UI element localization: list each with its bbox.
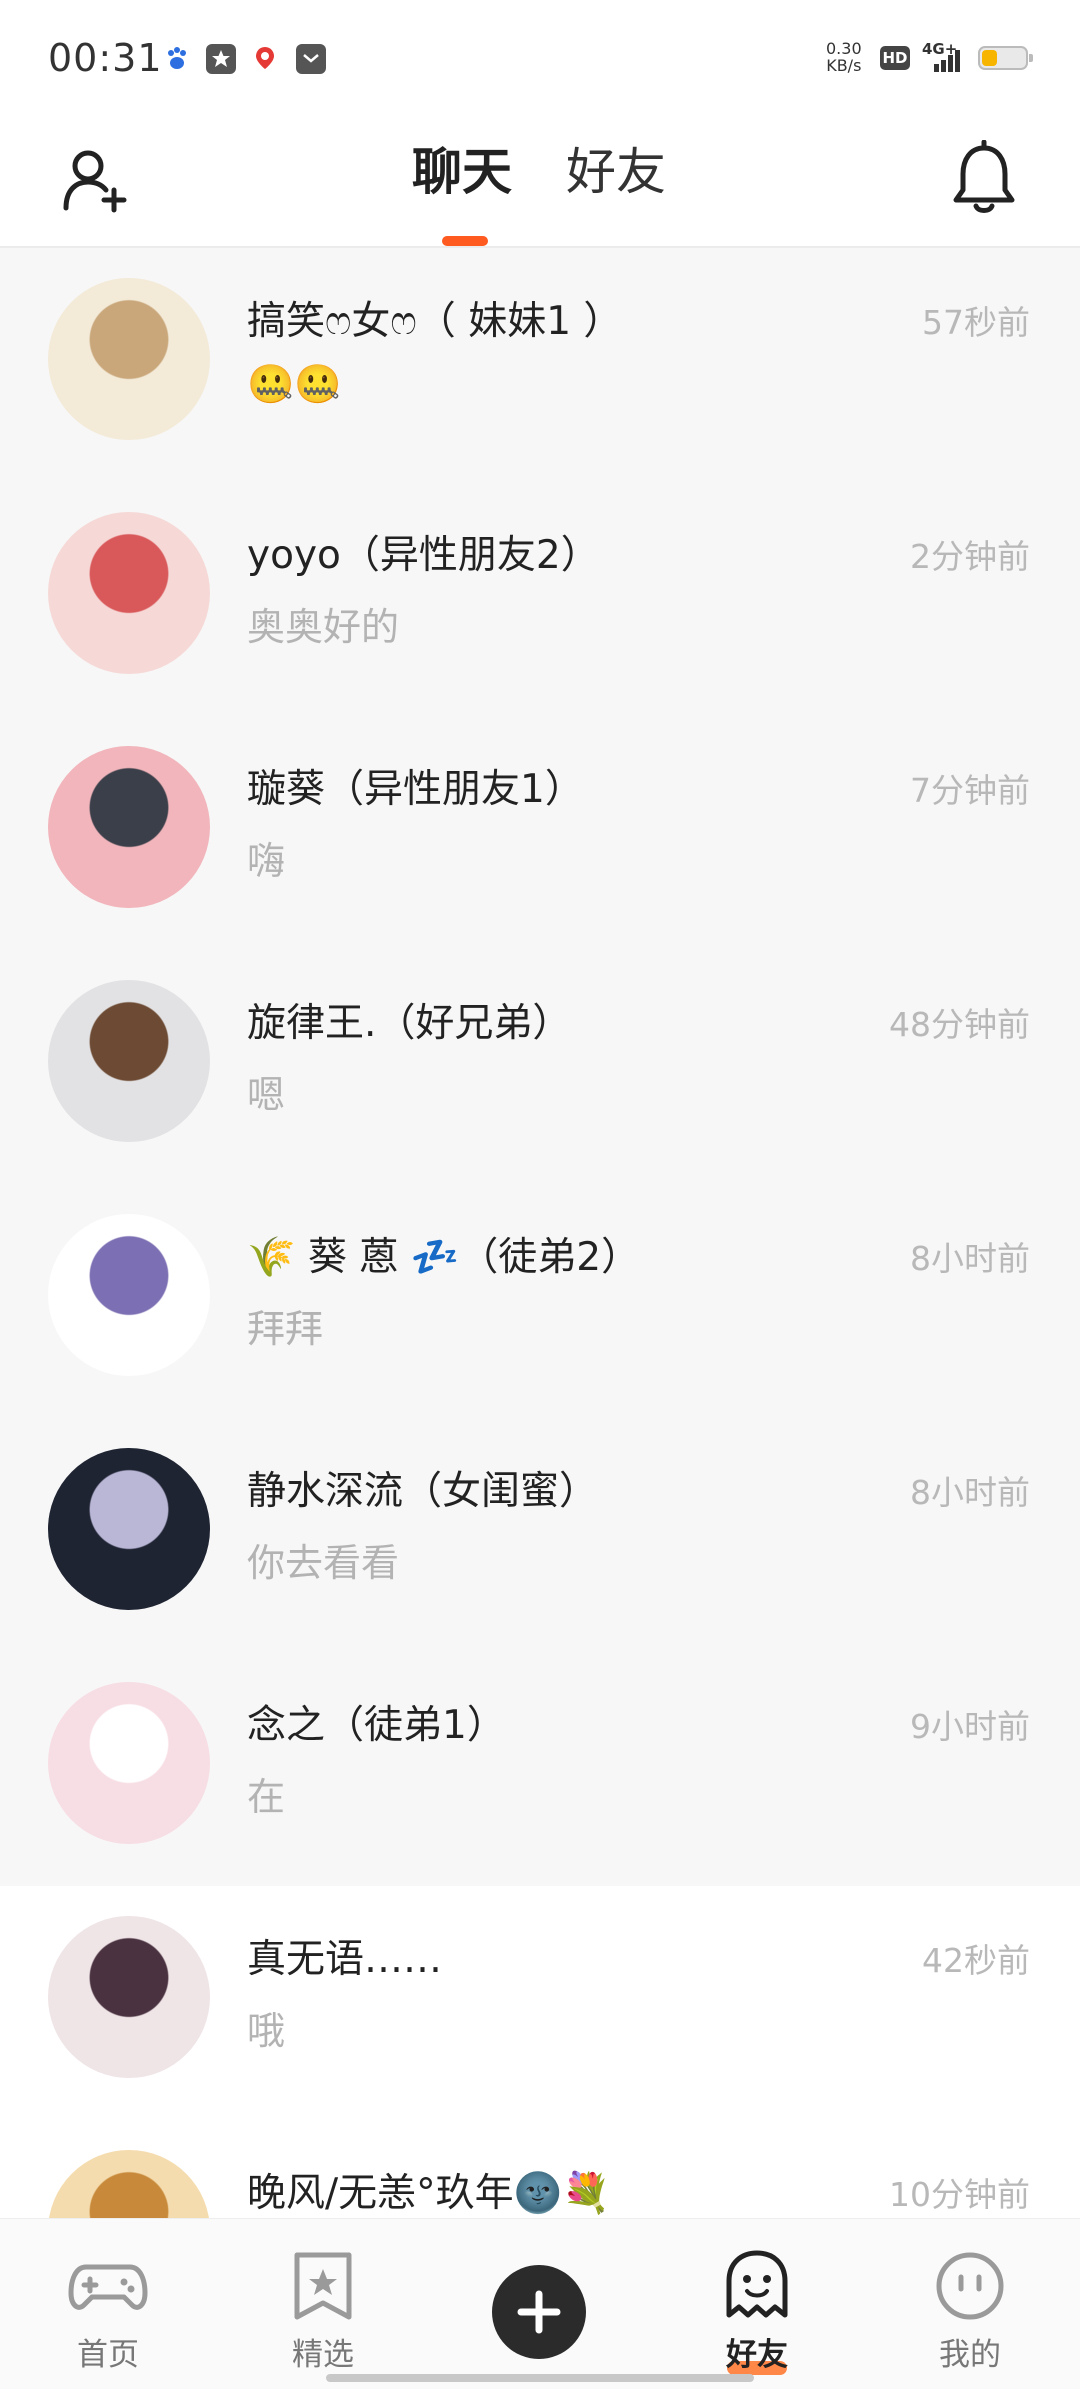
- chat-name: 真无语……: [247, 1937, 443, 1982]
- chat-time: 57秒前: [922, 303, 1030, 342]
- nav-label: 首页: [77, 2337, 139, 2373]
- chat-row[interactable]: 晚风/无恙°玖年🌚💐 10分钟前: [0, 2120, 1080, 2218]
- message-star-icon: [206, 44, 236, 74]
- top-header: 聊天 好友: [0, 120, 1080, 248]
- chat-time: 9小时前: [910, 1707, 1030, 1746]
- chat-time: 8小时前: [910, 1239, 1030, 1278]
- paw-icon: [162, 44, 192, 74]
- avatar[interactable]: [48, 1448, 210, 1610]
- chat-time: 2分钟前: [910, 537, 1030, 576]
- publish-button[interactable]: [492, 2265, 586, 2359]
- chat-row[interactable]: 静水深流（女闺蜜） 你去看看 8小时前: [0, 1418, 1080, 1652]
- avatar[interactable]: [48, 1916, 210, 2078]
- chat-last-message: 哦: [247, 2009, 286, 2053]
- star-bookmark-icon: [294, 2252, 352, 2320]
- battery-icon: [978, 46, 1033, 70]
- tab-friends[interactable]: 好友: [566, 140, 666, 204]
- chat-time: 48分钟前: [889, 1005, 1030, 1044]
- avatar[interactable]: [48, 746, 210, 908]
- chat-row[interactable]: 念之（徒弟1） 在 9小时前: [0, 1652, 1080, 1886]
- chat-list[interactable]: 搞笑ෆ女ෆ（ 妹妹1 ） 🤐🤐 57秒前 yoyo（异性朋友2） 奥奥好的 2分…: [0, 248, 1080, 2218]
- chat-last-message: 拜拜: [247, 1307, 324, 1351]
- bell-icon: [953, 139, 1015, 213]
- chat-name: 🌾 葵 蒽 💤（徒弟2）: [247, 1235, 641, 1280]
- mail-icon: [296, 44, 326, 74]
- chat-row[interactable]: 旋律王.（好兄弟） 嗯 48分钟前: [0, 950, 1080, 1184]
- chat-name: yoyo（异性朋友2）: [247, 533, 600, 578]
- map-pin-icon: [250, 44, 280, 74]
- ghost-icon: [726, 2250, 788, 2318]
- tab-chat[interactable]: 聊天: [412, 140, 512, 204]
- chat-time: 8小时前: [910, 1473, 1030, 1512]
- nav-item-home[interactable]: 首页: [28, 2219, 188, 2389]
- hd-badge: HD: [880, 46, 910, 70]
- chat-last-message: 奥奥好的: [247, 605, 400, 649]
- add-friend-button[interactable]: [58, 142, 132, 216]
- chat-row[interactable]: 真无语…… 哦 42秒前: [0, 1886, 1080, 2120]
- avatar[interactable]: [48, 980, 210, 1142]
- nav-label: 我的: [939, 2337, 1001, 2373]
- status-bar: 00:31 0.30 KB/s HD 4G+: [0, 0, 1080, 120]
- bottom-nav: 首页 精选 好友 我的: [0, 2218, 1080, 2389]
- avatar[interactable]: [48, 1214, 210, 1376]
- nav-item-featured[interactable]: 精选: [243, 2219, 403, 2389]
- chat-name: 晚风/无恙°玖年🌚💐: [247, 2171, 611, 2216]
- add-person-icon: [63, 150, 127, 213]
- signal-icon: 4G+: [920, 40, 970, 76]
- nav-item-me[interactable]: 我的: [890, 2219, 1050, 2389]
- chat-last-message: 嗯: [247, 1073, 286, 1117]
- avatar[interactable]: [48, 512, 210, 674]
- chat-row[interactable]: 搞笑ෆ女ෆ（ 妹妹1 ） 🤐🤐 57秒前: [0, 248, 1080, 482]
- chat-name: 静水深流（女闺蜜）: [247, 1469, 599, 1514]
- nav-label: 好友: [726, 2337, 788, 2373]
- chat-last-message: 你去看看: [247, 1541, 400, 1585]
- chat-last-message: 在: [247, 1775, 286, 1819]
- avatar[interactable]: [48, 278, 210, 440]
- plus-icon: [517, 2290, 561, 2334]
- chat-time: 42秒前: [922, 1941, 1030, 1980]
- chat-row[interactable]: 璇葵（异性朋友1） 嗨 7分钟前: [0, 716, 1080, 950]
- avatar[interactable]: [48, 2150, 210, 2218]
- gamepad-icon: [68, 2264, 148, 2310]
- active-tab-indicator: [442, 236, 488, 246]
- chat-row[interactable]: yoyo（异性朋友2） 奥奥好的 2分钟前: [0, 482, 1080, 716]
- chat-time: 7分钟前: [910, 771, 1030, 810]
- network-speed: 0.30 KB/s: [826, 39, 862, 75]
- clock: 00:31: [48, 36, 163, 80]
- avatar[interactable]: [48, 1682, 210, 1844]
- chat-name: 旋律王.（好兄弟）: [247, 1001, 572, 1046]
- chat-row[interactable]: 🌾 葵 蒽 💤（徒弟2） 拜拜 8小时前: [0, 1184, 1080, 1418]
- chat-name: 搞笑ෆ女ෆ（ 妹妹1 ）: [247, 299, 623, 344]
- chat-time: 10分钟前: [889, 2175, 1030, 2214]
- chat-name: 念之（徒弟1）: [247, 1703, 506, 1748]
- nav-item-friends[interactable]: 好友: [677, 2219, 837, 2389]
- home-indicator: [326, 2374, 754, 2382]
- nav-label: 精选: [292, 2337, 354, 2373]
- chat-name: 璇葵（异性朋友1）: [247, 767, 584, 812]
- chat-last-message: 嗨: [247, 839, 286, 883]
- face-icon: [936, 2252, 1004, 2320]
- notifications-button[interactable]: [948, 139, 1020, 220]
- chat-last-message: 🤐🤐: [247, 362, 342, 406]
